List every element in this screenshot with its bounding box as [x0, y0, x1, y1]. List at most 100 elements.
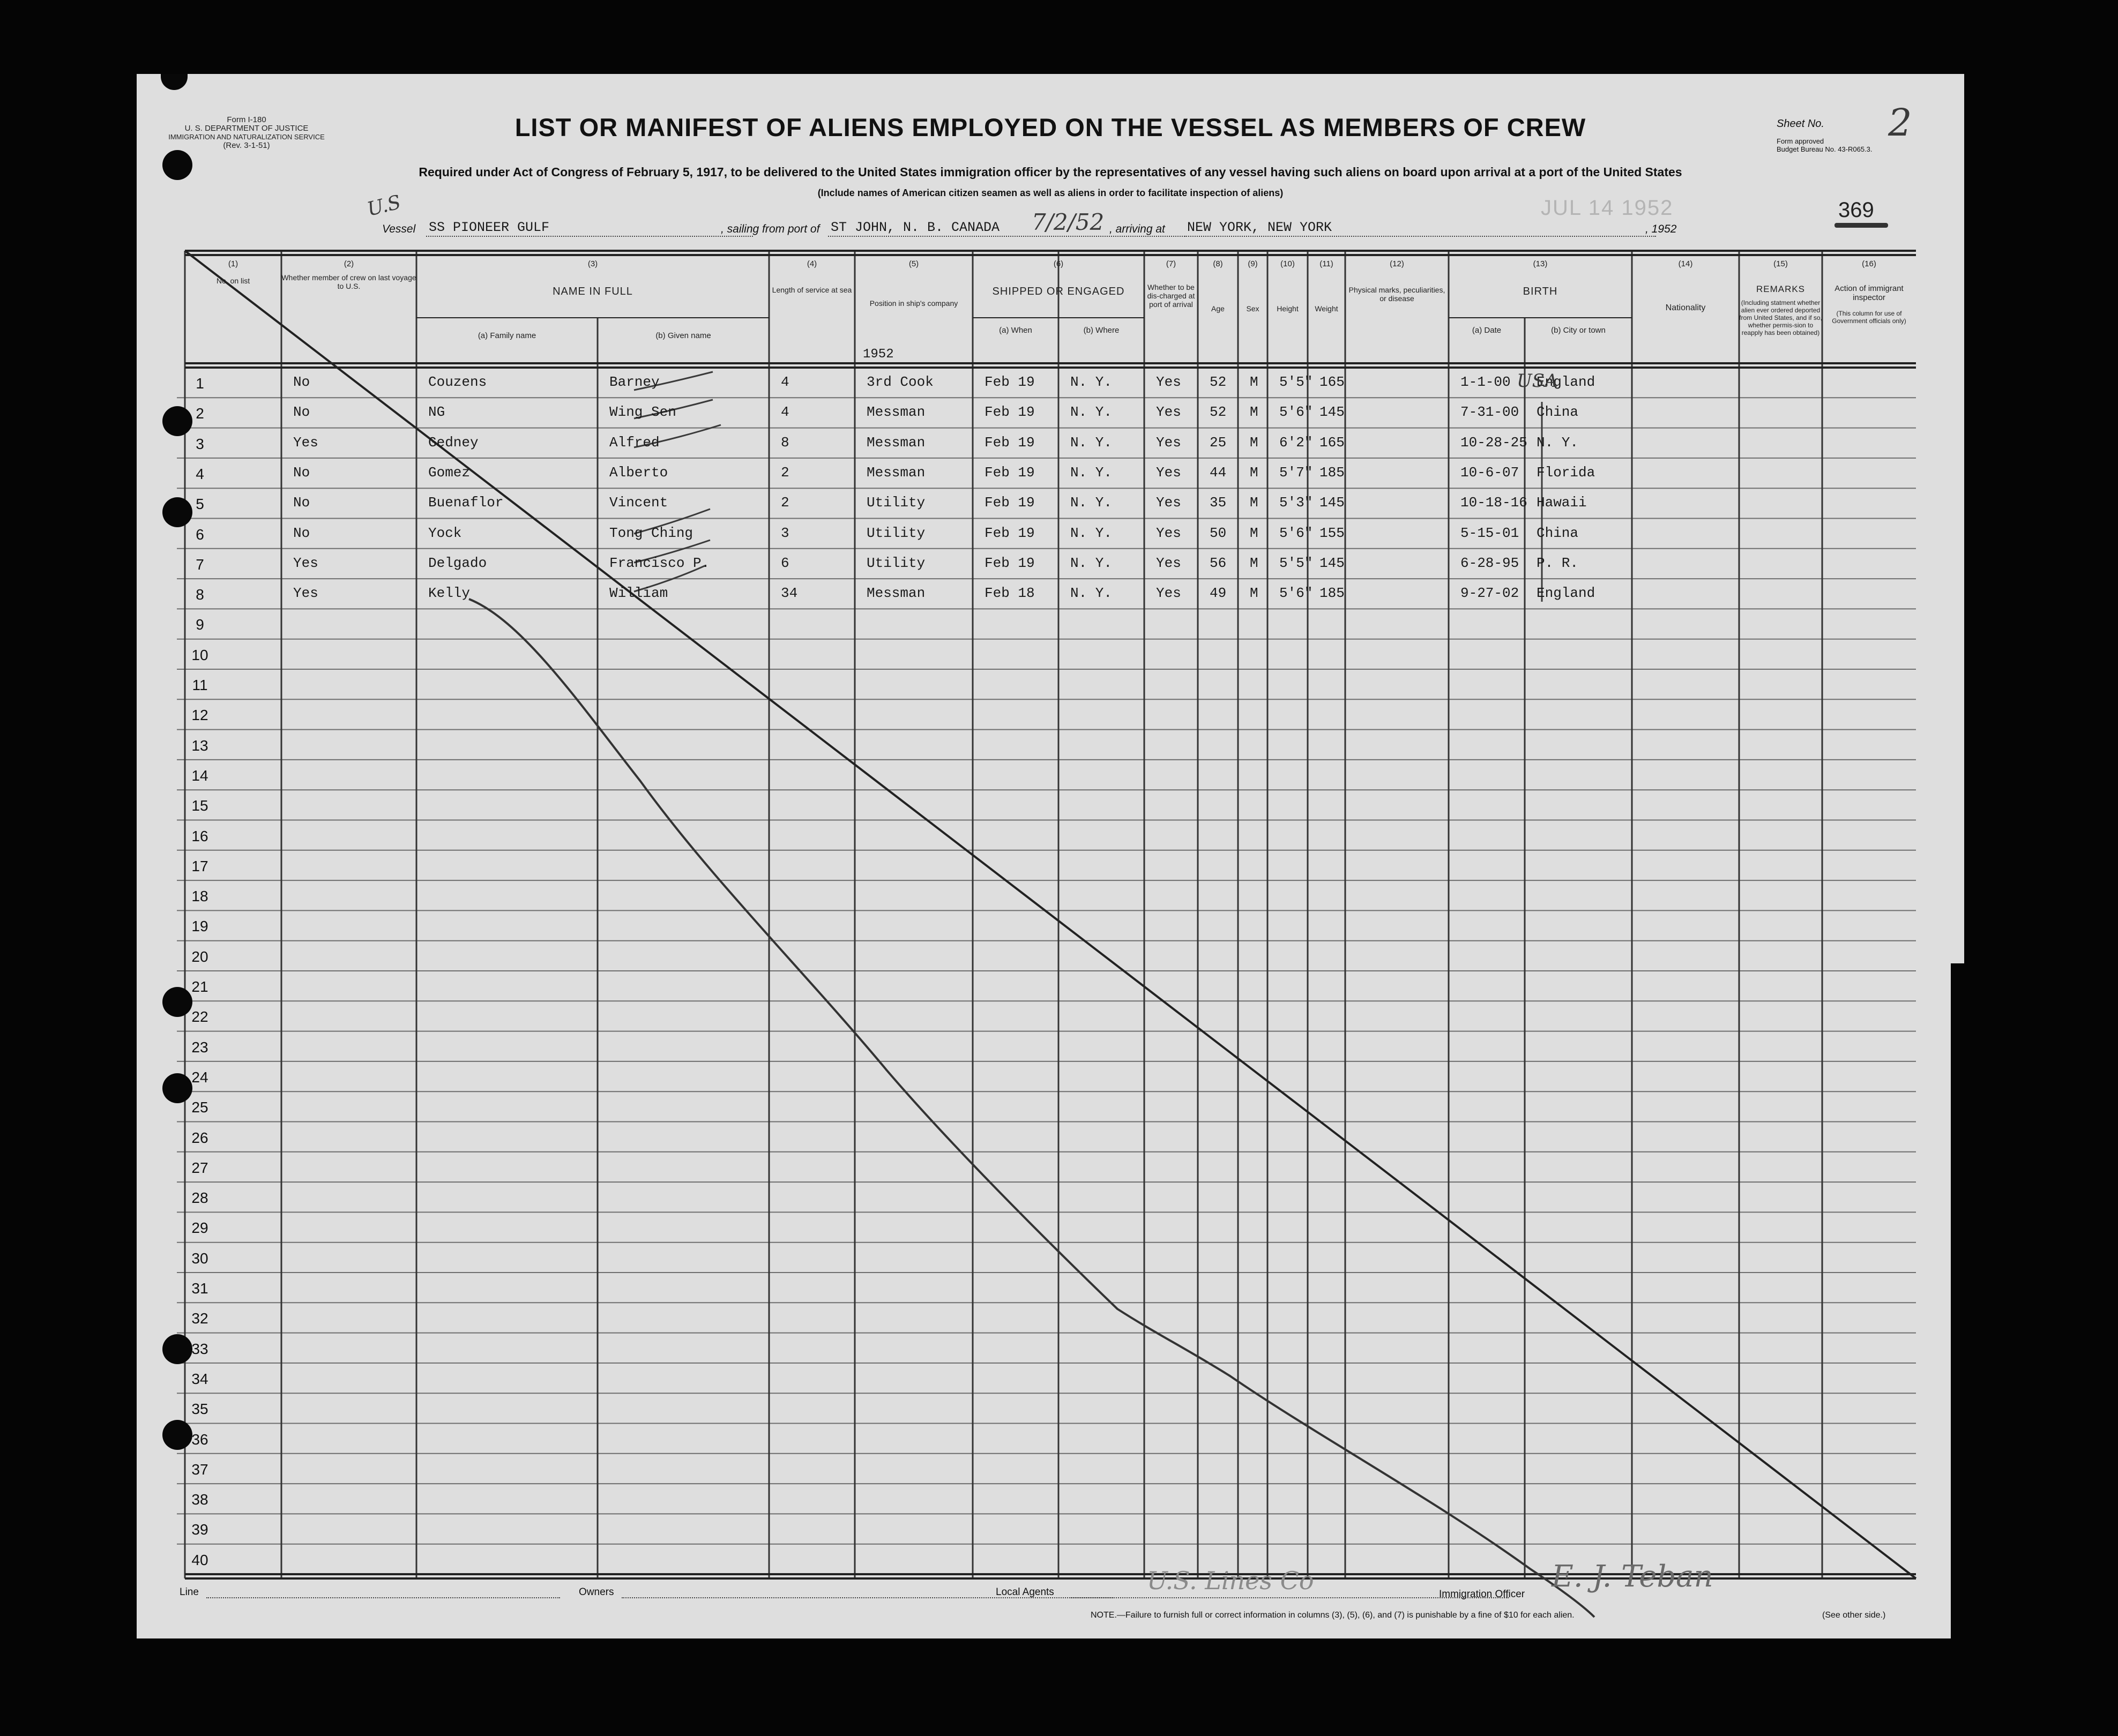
cell-family: Gomez — [428, 464, 471, 481]
cell-family: Couzens — [428, 374, 487, 390]
cell-given: Alberto — [609, 464, 668, 481]
officer-signature: E. J. Teban — [1552, 1559, 1713, 1594]
column-header-c13: BIRTH — [1523, 286, 1558, 297]
cell-weight: 145 — [1319, 404, 1345, 421]
cell-last: No — [293, 374, 310, 390]
cell-discharged: Yes — [1156, 434, 1181, 451]
row-number: 39 — [191, 1521, 208, 1538]
cell-city: China — [1537, 525, 1579, 541]
column-header-c14-num: (14) — [1678, 259, 1693, 268]
row-number: 3 — [196, 435, 204, 452]
cell-service: 2 — [781, 464, 789, 481]
cell-height: 5'6" — [1279, 525, 1313, 541]
cell-height: 5'6" — [1279, 404, 1313, 421]
cell-age: 50 — [1210, 525, 1227, 541]
cell-where: N. Y. — [1070, 495, 1113, 511]
row-number: 28 — [191, 1189, 208, 1207]
column-header-c3a: (a) Family name — [478, 331, 536, 340]
cell-family: Kelly — [428, 585, 471, 602]
row-number: 37 — [191, 1461, 208, 1478]
cell-height: 5'3" — [1279, 495, 1313, 511]
cell-service: 2 — [781, 495, 789, 511]
cell-given: Wing Sen — [609, 404, 676, 421]
row-number: 34 — [191, 1370, 208, 1387]
cell-family: Gedney — [428, 434, 479, 451]
row-number: 27 — [191, 1159, 208, 1176]
punch-hole-1 — [162, 150, 192, 180]
row-number: 13 — [191, 737, 208, 754]
cell-service: 8 — [781, 434, 789, 451]
column-header-c5: Position in ship's company — [869, 299, 958, 308]
cell-bdate: 10-18-16 — [1460, 495, 1527, 511]
cell-when: Feb 19 — [985, 434, 1035, 451]
row-number: 35 — [191, 1401, 208, 1418]
cell-sex: M — [1250, 495, 1258, 511]
cell-discharged: Yes — [1156, 495, 1181, 511]
punch-hole-3 — [162, 497, 192, 527]
cell-when: Feb 19 — [985, 525, 1035, 541]
cell-last: Yes — [293, 434, 318, 451]
cell-height: 5'7" — [1279, 464, 1313, 481]
cell-city: P. R. — [1537, 555, 1579, 571]
cell-position: Utility — [867, 525, 926, 541]
row-number: 17 — [191, 857, 208, 874]
cell-position: Utility — [867, 495, 926, 511]
cell-weight: 145 — [1319, 555, 1345, 571]
cell-sex: M — [1250, 464, 1258, 481]
cell-discharged: Yes — [1156, 525, 1181, 541]
row-number: 30 — [191, 1249, 208, 1267]
cell-height: 5'5" — [1279, 374, 1313, 390]
cell-position: Messman — [867, 464, 926, 481]
cell-age: 56 — [1210, 555, 1227, 571]
cell-last: No — [293, 525, 310, 541]
cell-family: Buenaflor — [428, 495, 504, 511]
cell-position: Messman — [867, 404, 926, 421]
cell-where: N. Y. — [1070, 464, 1113, 481]
cell-bdate: 7-31-00 — [1460, 404, 1519, 421]
cell-service: 4 — [781, 404, 789, 421]
cell-height: 5'6" — [1279, 585, 1313, 602]
cell-where: N. Y. — [1070, 434, 1113, 451]
row-number: 25 — [191, 1099, 208, 1116]
cancel-diagonal-line — [468, 598, 1595, 1618]
cell-when: Feb 19 — [985, 404, 1035, 421]
column-header-c9-num: (9) — [1248, 259, 1258, 268]
cell-position: 3rd Cook — [867, 374, 934, 390]
column-header-c2-num: (2) — [344, 259, 354, 268]
row-number: 12 — [191, 707, 208, 724]
punch-hole-2 — [162, 406, 192, 436]
row-number: 18 — [191, 888, 208, 905]
cell-age: 44 — [1210, 464, 1227, 481]
column-header-c6-num: (6) — [1053, 259, 1064, 268]
row-number: 14 — [191, 767, 208, 784]
cell-age: 52 — [1210, 404, 1227, 421]
column-header-c12-num: (12) — [1390, 259, 1404, 268]
row-number: 4 — [196, 465, 204, 482]
column-header-c2: Whether member of crew on last voyage to… — [281, 273, 416, 290]
cell-bdate: 10-6-07 — [1460, 464, 1519, 481]
cell-position: Messman — [867, 585, 926, 602]
cell-weight: 145 — [1319, 495, 1345, 511]
cell-weight: 185 — [1319, 464, 1345, 481]
nationality-handwritten: USA — [1517, 370, 1558, 392]
column-header-c8: Age — [1211, 304, 1225, 313]
cell-when: Feb 18 — [985, 585, 1035, 602]
see-other-side: (See other side.) — [1822, 1611, 1886, 1620]
cell-position: Utility — [867, 555, 926, 571]
cell-height: 6'2" — [1279, 434, 1313, 451]
cell-position: Messman — [867, 434, 926, 451]
column-header-c16-note: (This column for use of Government offic… — [1832, 310, 1906, 325]
column-header-c4: Length of service at sea — [772, 286, 852, 294]
row-number: 11 — [192, 677, 208, 693]
cell-last: No — [293, 404, 310, 421]
column-header-c7: Whether to be dis-charged at port of arr… — [1147, 283, 1195, 309]
cell-family: NG — [428, 404, 445, 421]
cell-given: Vincent — [609, 495, 668, 511]
row-number: 31 — [191, 1280, 208, 1297]
row-number: 20 — [191, 948, 208, 965]
cell-last: No — [293, 495, 310, 511]
punch-hole-6 — [162, 1334, 192, 1364]
immigration-officer-label: Immigration Officer — [1439, 1589, 1525, 1600]
cell-service: 6 — [781, 555, 789, 571]
column-header-c9: Sex — [1246, 304, 1259, 313]
